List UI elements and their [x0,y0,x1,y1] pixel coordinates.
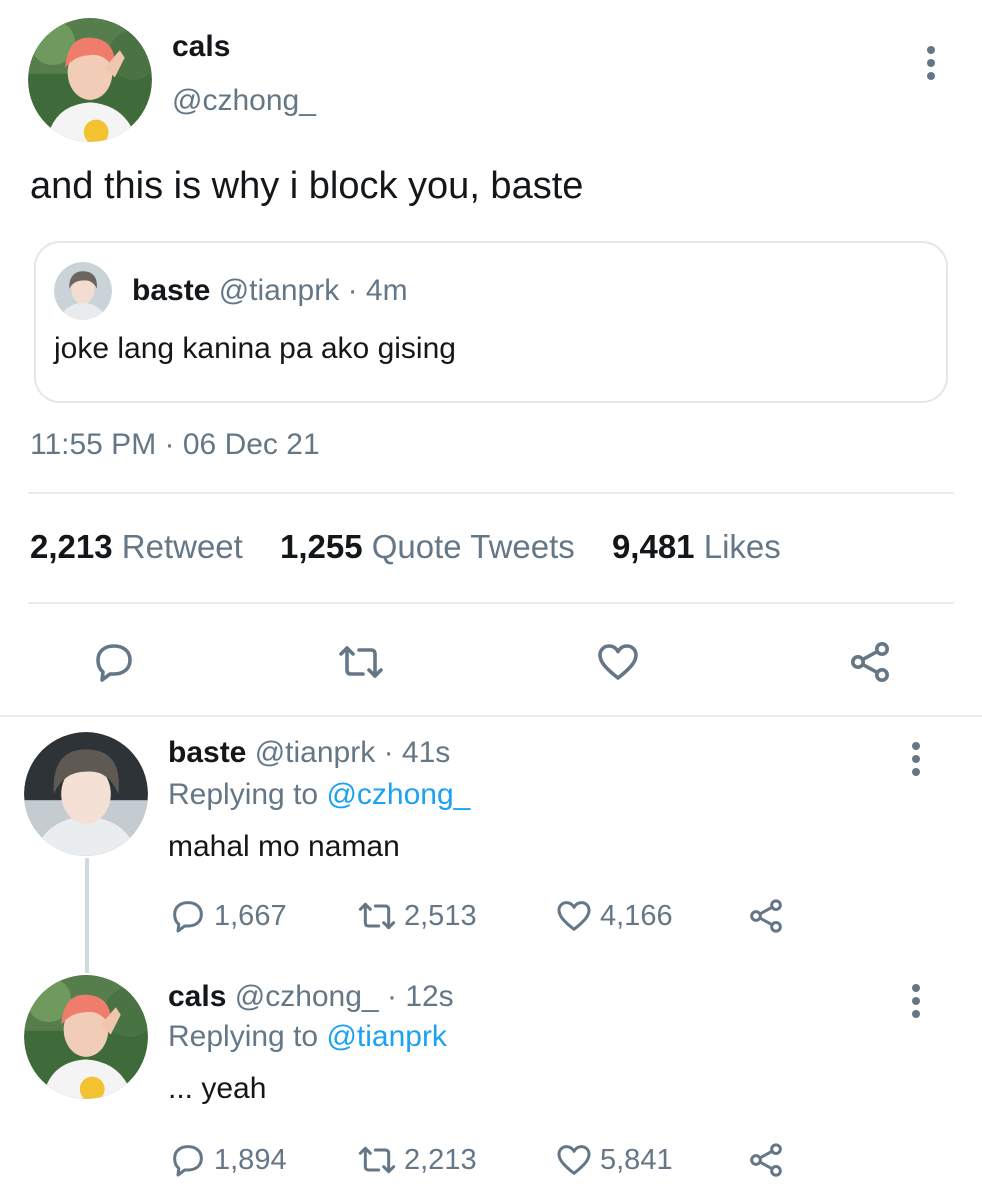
like-count[interactable]: 9,481 [612,528,695,565]
reply-icon [173,1145,203,1177]
reply-count: 1,667 [214,899,287,932]
reply-header: baste @tianprk · 41s [168,736,450,770]
retweet-icon [358,902,396,930]
like-icon [557,901,591,931]
reply-handle[interactable]: @czhong_ [235,980,379,1013]
like-button[interactable]: 5,841 [554,1140,673,1180]
quoted-author-avatar [54,262,112,320]
reply-text: mahal mo naman [168,830,400,863]
share-button[interactable] [746,896,792,936]
reply-header: cals @czhong_ · 12s [168,980,454,1014]
tweet-stats: 2,213 Retweet 1,255 Quote Tweets 9,481 L… [30,528,809,566]
reply-icon [173,901,203,933]
reply-author-avatar[interactable] [24,975,148,1099]
replying-to-label: Replying to [168,1020,319,1053]
separator-dot: · [164,428,175,461]
tweet-timestamp[interactable]: 11:55 PM · 06 Dec 21 [30,428,320,462]
quote-count[interactable]: 1,255 [280,528,363,565]
quoted-handle: @tianprk [218,274,340,307]
quoted-tweet-card[interactable] [34,241,948,403]
quoted-display-name: baste [132,274,211,307]
divider [28,492,954,494]
retweet-button[interactable]: 2,213 [356,1140,477,1180]
share-icon[interactable] [846,638,894,686]
retweet-label[interactable]: Retweet [122,528,243,565]
separator-dot: · [386,980,397,1013]
divider [0,715,982,717]
quoted-tweet-text: joke lang kanina pa ako gising [54,332,456,365]
quoted-time: 4m [365,274,408,307]
author-handle[interactable]: @czhong_ [172,84,316,118]
more-vertical-icon[interactable] [910,742,922,781]
author-avatar[interactable] [28,18,152,142]
thread-line [85,858,89,973]
author-display-name[interactable]: cals [172,30,230,64]
tweet-time: 11:55 PM [30,428,157,461]
replying-to: Replying to @tianprk [168,1020,447,1054]
tweet-date: 06 Dec 21 [182,428,320,461]
retweet-count: 2,213 [404,1143,477,1176]
separator-dot: · [383,736,394,769]
reply-handle[interactable]: @tianprk [255,736,376,769]
reply-count: 1,894 [214,1143,287,1176]
share-icon [750,1143,782,1177]
like-icon [557,1145,591,1175]
like-count: 4,166 [600,899,673,932]
reply-display-name[interactable]: baste [168,736,246,769]
replying-to-handle[interactable]: @tianprk [326,1020,447,1053]
retweet-icon[interactable] [336,638,386,686]
quoted-tweet-header: baste @tianprk · 4m [132,274,408,308]
reply-author-avatar[interactable] [24,732,148,856]
retweet-icon [358,1146,396,1174]
like-icon[interactable] [594,638,642,686]
reply-icon[interactable] [90,638,138,686]
divider [28,602,954,604]
share-button[interactable] [746,1140,792,1180]
replying-to-handle[interactable]: @czhong_ [326,778,470,811]
like-label[interactable]: Likes [704,528,781,565]
replying-to: Replying to @czhong_ [168,778,470,812]
more-vertical-icon[interactable] [910,984,922,1023]
tweet-text: and this is why i block you, baste [30,165,584,207]
reply-text: ... yeah [168,1072,267,1105]
reply-time: 41s [401,736,451,769]
reply-button[interactable]: 1,667 [168,896,287,936]
more-vertical-icon[interactable] [925,46,937,85]
retweet-count: 2,513 [404,899,477,932]
retweet-count[interactable]: 2,213 [30,528,113,565]
like-count: 5,841 [600,1143,673,1176]
replying-to-label: Replying to [168,778,319,811]
reply-button[interactable]: 1,894 [168,1140,287,1180]
quote-label[interactable]: Quote Tweets [372,528,575,565]
retweet-button[interactable]: 2,513 [356,896,477,936]
reply-display-name[interactable]: cals [168,980,226,1013]
share-icon [750,899,782,933]
reply-time: 12s [405,980,454,1013]
separator-dot: · [347,274,358,307]
like-button[interactable]: 4,166 [554,896,673,936]
